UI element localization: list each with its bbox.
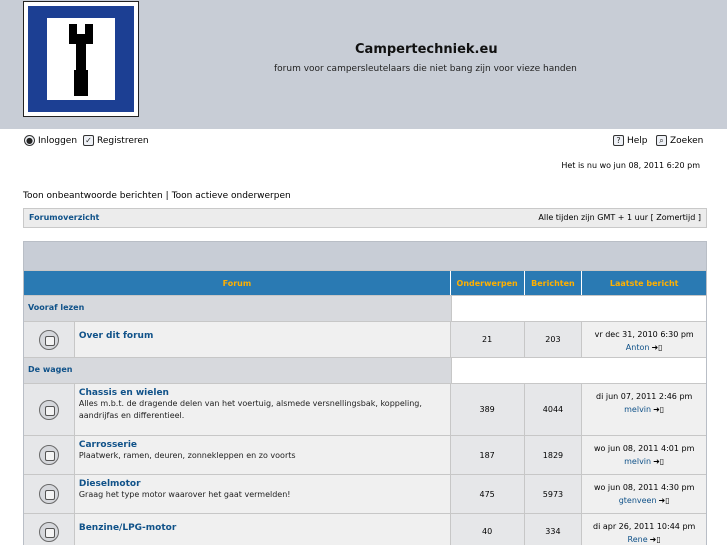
forum-topics-count: 40 [449,514,524,545]
forum-read-icon [38,399,59,420]
breadcrumb-bar: Forumoverzicht Alle tijden zijn GMT + 1 … [23,208,707,228]
forum-last-post: wo jun 08, 2011 4:01 pm melvin ➜▯ [581,436,706,474]
forum-description: Graag het type motor waarover het gaat v… [78,490,291,499]
last-post-date: wo jun 08, 2011 4:01 pm [593,444,695,453]
last-post-author[interactable]: melvin [624,405,651,414]
table-top-band [24,242,706,270]
forum-read-icon [38,484,59,504]
register-label: Registreren [97,135,149,146]
category-name-vooraf-lezen[interactable]: Vooraf lezen [24,296,451,321]
help-icon: ? [613,135,624,146]
forum-link-benzine-lpg-motor[interactable]: Benzine/LPG-motor [79,523,446,533]
last-post-date: vr dec 31, 2010 6:30 pm [594,330,694,339]
forum-table: Forum Onderwerpen Berichten Laatste beri… [23,241,707,545]
forum-index-link[interactable]: Forumoverzicht [29,213,99,222]
last-post-author[interactable]: Rene [628,535,648,544]
register-icon: ✓ [83,135,94,146]
search-link[interactable]: ⌕ Zoeken [656,135,703,146]
login-icon: ● [24,135,35,146]
forum-posts-count: 203 [523,322,582,357]
forum-topics-count: 475 [449,475,524,513]
forum-row: Benzine/LPG-motor 40 334 di apr 26, 2011… [24,513,706,545]
forum-info-cell: Chassis en wielen Alles m.b.t. de dragen… [73,384,450,435]
goto-last-post-icon[interactable]: ➜▯ [653,457,664,466]
last-post-author[interactable]: melvin [624,457,651,466]
goto-last-post-icon[interactable]: ➜▯ [653,405,664,414]
action-separator: | [165,191,169,201]
search-label: Zoeken [670,135,704,146]
register-link[interactable]: ✓ Registreren [83,135,149,146]
login-link[interactable]: ● Inloggen [24,135,77,146]
action-links: Toon onbeantwoorde berichten | Toon actiev… [23,191,291,201]
site-logo[interactable] [23,1,139,117]
unanswered-posts-link[interactable]: Toon onbeantwoorde berichten [23,191,163,201]
forum-topics-count: 187 [449,436,524,474]
forum-last-post: wo jun 08, 2011 4:30 pm gtenveen ➜▯ [581,475,706,513]
category-filler [451,358,706,383]
forum-row: Carrosserie Plaatwerk, ramen, deuren, zo… [24,435,706,474]
forum-description: Alles m.b.t. de dragende delen van het v… [78,399,422,420]
forum-status-cell [24,475,74,513]
forum-row: Chassis en wielen Alles m.b.t. de dragen… [24,383,706,435]
current-time: Het is nu wo jun 08, 2011 6:20 pm [561,161,700,170]
goto-last-post-icon[interactable]: ➜▯ [650,535,661,544]
forum-description: Plaatwerk, ramen, deuren, zonnekleppen e… [78,451,296,460]
login-label: Inloggen [38,135,78,146]
forum-posts-count: 334 [523,514,582,545]
forum-row: Dieselmotor Graag het type motor waarove… [24,474,706,513]
page-header: Campertechniek.eu forum voor campersleut… [0,0,727,129]
forum-last-post: di apr 26, 2011 10:44 pm Rene ➜▯ [581,514,706,545]
forum-link-dieselmotor[interactable]: Dieselmotor [79,479,446,489]
logo-sign-blue [28,6,134,112]
forum-row: Over dit forum 21 203 vr dec 31, 2010 6:… [24,321,706,357]
forum-topics-count: 389 [449,384,524,435]
category-row: Vooraf lezen [24,295,706,321]
help-label: Help [627,135,648,146]
goto-last-post-icon[interactable]: ➜▯ [651,343,662,352]
site-description: forum voor campersleutelaars die niet ba… [274,64,577,74]
category-filler [451,296,706,321]
forum-read-icon [38,445,59,465]
header-forum: Forum [222,278,252,288]
category-row: De wagen [24,357,706,383]
search-icon: ⌕ [656,135,667,146]
forum-status-cell [24,384,74,435]
header-topics: Onderwerpen [449,271,524,295]
category-name-de-wagen[interactable]: De wagen [24,358,451,383]
help-link[interactable]: ? Help [613,135,648,146]
last-post-date: di jun 07, 2011 2:46 pm [596,392,693,401]
forum-status-cell [24,436,74,474]
forum-link-over-dit-forum[interactable]: Over dit forum [79,331,446,341]
wrench-icon [69,24,93,96]
active-topics-link[interactable]: Toon actieve onderwerpen [172,191,291,201]
forum-info-cell: Dieselmotor Graag het type motor waarove… [73,475,450,513]
header-last-post: Laatste bericht [581,271,706,295]
forum-link-chassis-en-wielen[interactable]: Chassis en wielen [79,388,446,398]
last-post-author[interactable]: Anton [626,343,650,352]
goto-last-post-icon[interactable]: ➜▯ [659,496,670,505]
site-title: Campertechniek.eu [355,42,498,57]
timezone-info: Alle tijden zijn GMT + 1 uur [ Zomertijd… [538,213,701,222]
forum-posts-count: 1829 [523,436,582,474]
forum-status-cell [24,322,74,357]
forum-info-cell: Carrosserie Plaatwerk, ramen, deuren, zo… [73,436,450,474]
forum-posts-count: 4044 [523,384,582,435]
forum-topics-count: 21 [449,322,524,357]
last-post-author[interactable]: gtenveen [619,496,657,505]
last-post-date: di apr 26, 2011 10:44 pm [593,522,696,531]
forum-posts-count: 5973 [523,475,582,513]
forum-read-icon [38,329,59,350]
table-header-row: Forum Onderwerpen Berichten Laatste beri… [24,270,706,295]
forum-last-post: vr dec 31, 2010 6:30 pm Anton ➜▯ [581,322,706,357]
forum-read-icon [38,521,59,542]
forum-link-carrosserie[interactable]: Carrosserie [79,440,446,450]
header-posts: Berichten [523,271,582,295]
logo-sign-white [47,18,115,100]
forum-info-cell: Over dit forum [73,322,450,357]
last-post-date: wo jun 08, 2011 4:30 pm [593,483,695,492]
forum-info-cell: Benzine/LPG-motor [73,514,450,545]
forum-status-cell [24,514,74,545]
forum-last-post: di jun 07, 2011 2:46 pm melvin ➜▯ [581,384,706,435]
